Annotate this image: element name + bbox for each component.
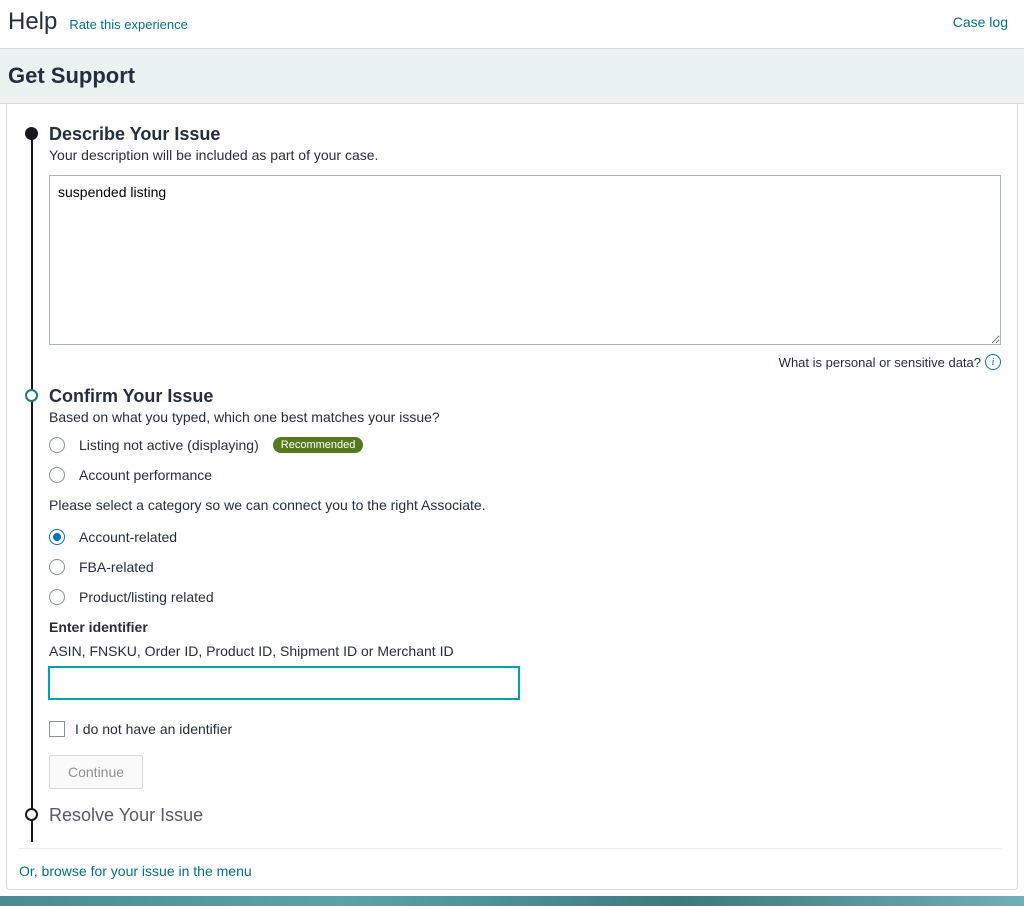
step2-title: Confirm Your Issue xyxy=(49,386,1001,407)
issue-option-account-performance[interactable]: Account performance xyxy=(49,467,1001,483)
radio-icon xyxy=(49,437,65,453)
step-marker-3 xyxy=(25,808,38,821)
step-confirm-issue: Confirm Your Issue Based on what you typ… xyxy=(25,386,1001,789)
subheader: Get Support xyxy=(0,49,1024,104)
identifier-input[interactable] xyxy=(49,667,519,699)
personal-data-link[interactable]: What is personal or sensitive data? xyxy=(779,355,981,370)
category-option-account-related[interactable]: Account-related xyxy=(49,529,1001,545)
main-panel: Describe Your Issue Your description wil… xyxy=(6,104,1018,890)
no-identifier-row[interactable]: I do not have an identifier xyxy=(49,721,1001,737)
radio-icon xyxy=(49,529,65,545)
identifier-sublabel: ASIN, FNSKU, Order ID, Product ID, Shipm… xyxy=(49,643,1001,659)
radio-icon xyxy=(49,559,65,575)
case-log-link[interactable]: Case log xyxy=(953,14,1008,30)
steps-container: Describe Your Issue Your description wil… xyxy=(25,124,1001,826)
step3-title: Resolve Your Issue xyxy=(49,805,1001,826)
radio-label: FBA-related xyxy=(79,559,154,575)
category-prompt: Please select a category so we can conne… xyxy=(49,497,1001,513)
identifier-label: Enter identifier xyxy=(49,619,1001,635)
radio-label: Account performance xyxy=(79,467,212,483)
continue-button[interactable]: Continue xyxy=(49,755,143,789)
rate-experience-link[interactable]: Rate this experience xyxy=(69,17,188,32)
radio-icon xyxy=(49,589,65,605)
radio-label: Listing not active (displaying) xyxy=(79,437,259,453)
radio-inner-dot xyxy=(53,533,61,541)
step-marker-1 xyxy=(25,127,38,140)
radio-label: Product/listing related xyxy=(79,589,214,605)
step-describe-issue: Describe Your Issue Your description wil… xyxy=(25,124,1001,370)
category-option-product-listing-related[interactable]: Product/listing related xyxy=(49,589,1001,605)
step1-title: Describe Your Issue xyxy=(49,124,1001,145)
info-icon[interactable]: i xyxy=(985,354,1001,370)
header-bar: Help Rate this experience Case log xyxy=(0,0,1024,49)
step-resolve-issue: Resolve Your Issue xyxy=(25,805,1001,826)
browse-issue-link[interactable]: Or, browse for your issue in the menu xyxy=(19,848,1001,879)
footer-decoration xyxy=(0,896,1024,906)
issue-description-textarea[interactable] xyxy=(49,175,1001,345)
step2-subtitle: Based on what you typed, which one best … xyxy=(49,409,1001,425)
checkbox-icon xyxy=(49,721,65,737)
personal-data-row: What is personal or sensitive data? i xyxy=(49,354,1001,370)
category-option-fba-related[interactable]: FBA-related xyxy=(49,559,1001,575)
radio-icon xyxy=(49,467,65,483)
header-left: Help Rate this experience xyxy=(8,8,188,36)
radio-label: Account-related xyxy=(79,529,177,545)
get-support-title: Get Support xyxy=(8,63,1016,89)
recommended-badge: Recommended xyxy=(273,437,364,453)
no-identifier-label: I do not have an identifier xyxy=(75,721,232,737)
page-title: Help xyxy=(8,8,57,36)
issue-option-listing-not-active[interactable]: Listing not active (displaying) Recommen… xyxy=(49,437,1001,453)
step-marker-2 xyxy=(25,389,38,402)
step1-subtitle: Your description will be included as par… xyxy=(49,147,1001,163)
